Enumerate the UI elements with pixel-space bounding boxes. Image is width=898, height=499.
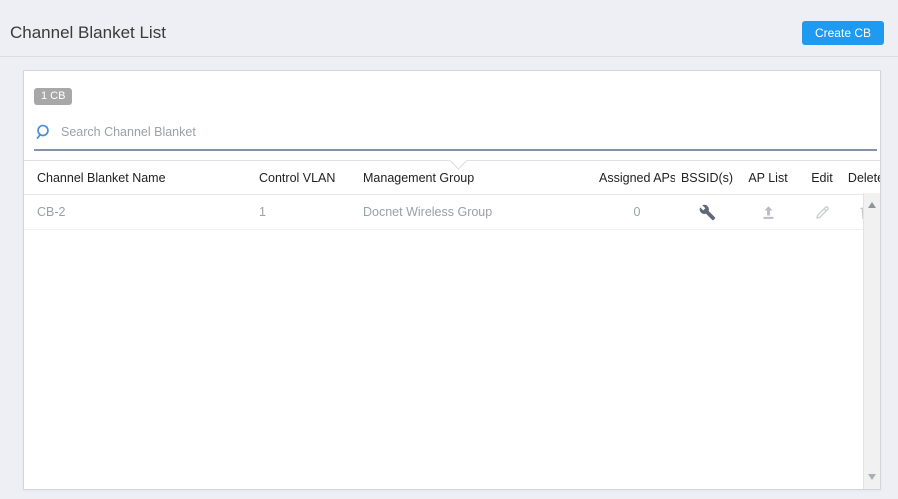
scroll-down-icon[interactable] (868, 474, 876, 480)
top-bar: Channel Blanket List Create CB (0, 0, 898, 57)
cb-count-badge: 1 CB (34, 88, 72, 105)
table-row: CB-2 1 Docnet Wireless Group 0 (24, 195, 880, 230)
table-header-row: Channel Blanket Name Control VLAN Manage… (24, 160, 880, 195)
search-icon (34, 123, 52, 141)
page-title: Channel Blanket List (10, 23, 166, 43)
scroll-up-icon[interactable] (868, 202, 876, 208)
cell-bssid (675, 204, 739, 221)
column-header-control-vlan: Control VLAN (259, 171, 363, 185)
cell-blanket-name: CB-2 (24, 205, 259, 219)
cell-management-group: Docnet Wireless Group (363, 205, 599, 219)
collapse-notch-icon (449, 151, 467, 169)
channel-blanket-table: Channel Blanket Name Control VLAN Manage… (24, 160, 880, 230)
channel-blanket-panel: 1 CB Channel Blanket Name Control VLAN M… (23, 70, 881, 490)
wrench-icon[interactable] (699, 204, 716, 221)
page: Channel Blanket List Create CB 1 CB Chan… (0, 0, 898, 490)
column-header-mgmt-group: Management Group (363, 171, 599, 185)
column-header-ap-list: AP List (739, 171, 797, 185)
column-header-name: Channel Blanket Name (24, 171, 259, 185)
column-header-bssid: BSSID(s) (675, 171, 739, 185)
column-header-delete: Delete (847, 171, 881, 185)
cell-edit (797, 204, 847, 221)
column-header-edit: Edit (797, 171, 847, 185)
search-bar (34, 119, 880, 145)
pencil-icon[interactable] (814, 204, 831, 221)
cell-assigned-aps: 0 (599, 205, 675, 219)
search-underline (34, 149, 877, 151)
cell-ap-list (739, 204, 797, 221)
search-input[interactable] (61, 125, 381, 139)
create-cb-button[interactable]: Create CB (802, 21, 884, 45)
column-header-assigned-aps: Assigned APs (599, 171, 675, 185)
upload-icon[interactable] (760, 204, 777, 221)
vertical-scrollbar[interactable] (863, 193, 880, 489)
cell-control-vlan: 1 (259, 205, 363, 219)
